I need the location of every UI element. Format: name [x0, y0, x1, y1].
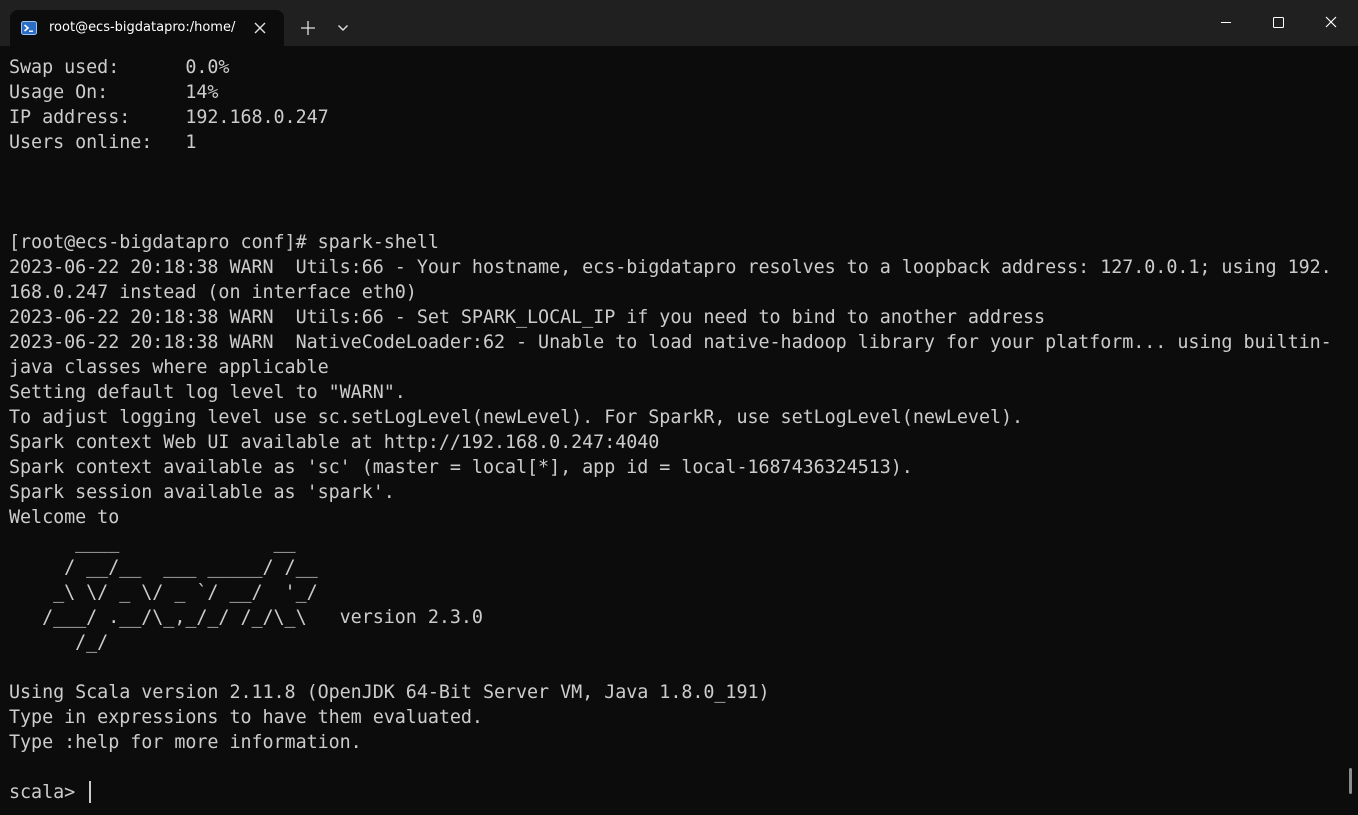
terminal-line: Usage On: 14%	[9, 82, 219, 103]
title-bar: root@ecs-bigdatapro:/home/	[0, 0, 1358, 46]
maximize-icon[interactable]	[1258, 8, 1298, 36]
spark-logo-line: ____ __	[9, 532, 296, 553]
spark-logo-line: _\ \/ _ \/ _ `/ __/ '_/	[9, 582, 318, 603]
chevron-down-icon[interactable]	[332, 16, 354, 40]
terminal-line: 2023-06-22 20:18:38 WARN Utils:66 - Your…	[9, 257, 1332, 278]
terminal-line: Type :help for more information.	[9, 732, 362, 753]
terminal-line: Spark context Web UI available at http:/…	[9, 432, 660, 453]
scrollbar-thumb[interactable]	[1349, 768, 1352, 794]
terminal-line: 2023-06-22 20:18:38 WARN Utils:66 - Set …	[9, 307, 1046, 328]
terminal-window: root@ecs-bigdatapro:/home/ Swap used: 0.…	[0, 0, 1358, 815]
terminal-line: Using Scala version 2.11.8 (OpenJDK 64-B…	[9, 682, 770, 703]
terminal-line: Spark session available as 'spark'.	[9, 482, 395, 503]
spark-logo-line: /_/	[9, 632, 109, 653]
terminal-line: java classes where applicable	[9, 357, 329, 378]
minimize-icon[interactable]	[1206, 8, 1246, 36]
terminal-line: Welcome to	[9, 507, 120, 528]
terminal-line: Type in expressions to have them evaluat…	[9, 707, 483, 728]
terminal-line: [root@ecs-bigdatapro conf]# spark-shell	[9, 232, 439, 253]
terminal-output[interactable]: Swap used: 0.0% Usage On: 14% IP address…	[9, 55, 1349, 815]
terminal-line: 168.0.247 instead (on interface eth0)	[9, 282, 417, 303]
terminal-line: Swap used: 0.0%	[9, 57, 230, 78]
scala-prompt-line[interactable]: scala>	[9, 780, 1349, 805]
terminal-line: Users online: 1	[9, 132, 197, 153]
powershell-icon	[21, 20, 37, 36]
close-icon[interactable]	[250, 18, 270, 38]
close-window-icon[interactable]	[1311, 8, 1351, 36]
scala-prompt: scala>	[9, 782, 87, 803]
spark-logo-line: / __/__ ___ _____/ /__	[9, 557, 318, 578]
terminal-line: To adjust logging level use sc.setLogLev…	[9, 407, 1024, 428]
terminal-line: IP address: 192.168.0.247	[9, 107, 329, 128]
plus-icon[interactable]	[296, 16, 320, 40]
terminal-line: Spark context available as 'sc' (master …	[9, 457, 913, 478]
tab-title: root@ecs-bigdatapro:/home/	[49, 20, 236, 35]
terminal-line: Setting default log level to "WARN".	[9, 382, 406, 403]
terminal-line: 2023-06-22 20:18:38 WARN NativeCodeLoade…	[9, 332, 1332, 353]
spark-logo-line: /___/ .__/\_,_/_/ /_/\_\ version 2.3.0	[9, 607, 483, 628]
tab-active[interactable]: root@ecs-bigdatapro:/home/	[10, 10, 284, 46]
text-cursor	[89, 781, 92, 803]
